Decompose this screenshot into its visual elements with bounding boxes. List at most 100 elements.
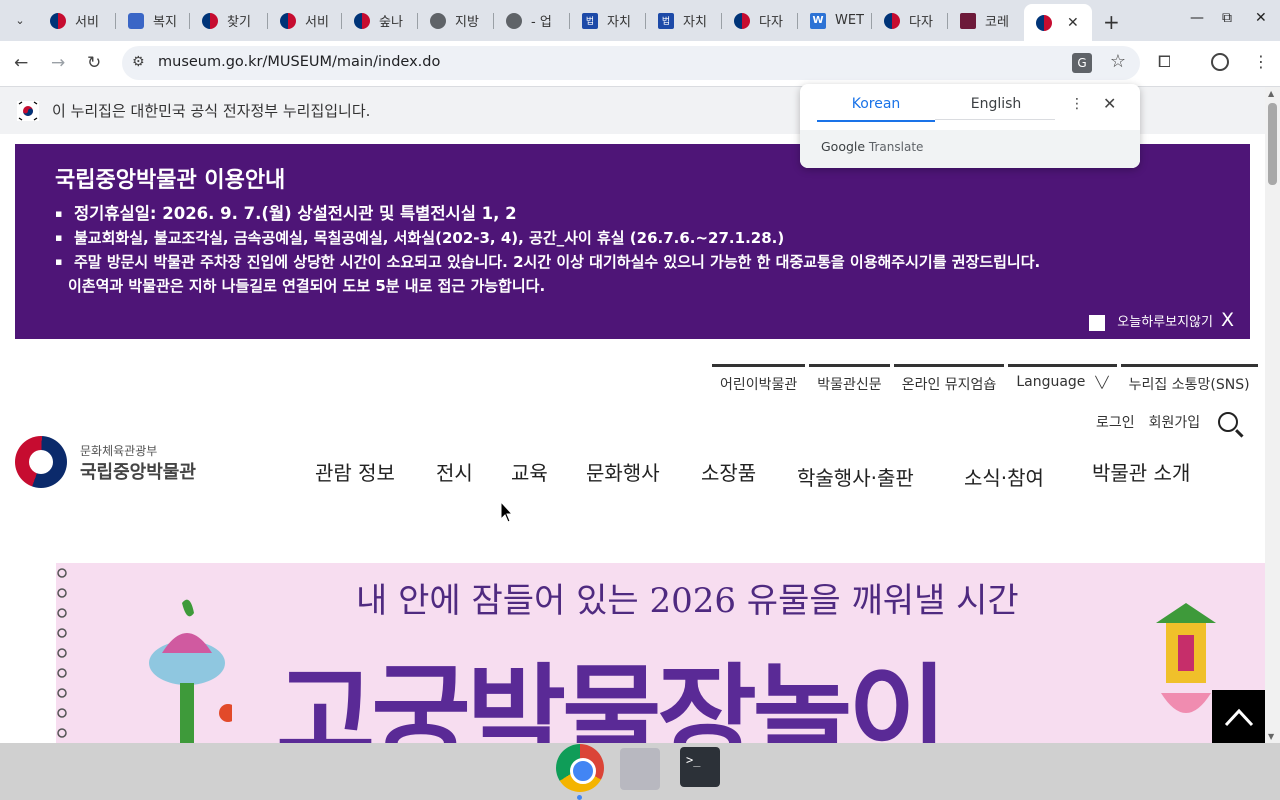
tab-search-button[interactable]: ⌄ [8,9,32,31]
browser-tab[interactable]: 다자 [872,6,948,35]
browser-tab[interactable]: 숲나 [342,6,418,35]
reload-icon[interactable]: ↻ [87,53,101,73]
law-icon: 법 [582,12,598,29]
kebab-menu-icon[interactable]: ⋮ [1253,52,1269,71]
hero-tagline: 내 안에 잠들어 있는 2026 유물을 깨워낼 시간 [356,581,1019,621]
browser-tab[interactable]: 지방 [418,6,494,35]
back-icon[interactable]: ← [14,53,28,73]
browser-tab[interactable]: 법 자치 [646,6,722,35]
browser-tab[interactable]: 복지 [116,6,190,35]
logo-museum-name: 국립중앙박물관 [80,462,196,483]
extensions-icon[interactable]: ⧠ [1158,52,1171,72]
login-link[interactable]: 로그인 [1096,412,1135,432]
law-icon: 법 [658,12,674,29]
notice-item: 불교회화실, 불교조각실, 금속공예실, 목칠공예실, 서화실(202-3, 4… [55,226,1040,250]
page-scrollbar[interactable]: ▲ ▼ [1265,87,1280,743]
gov-icon [1036,14,1052,31]
notice-footer: 오늘하루보지않기 X [1089,309,1234,331]
gnb-cultural-events[interactable]: 문화행사 [586,457,660,486]
site-info-icon[interactable]: ⚙ [132,54,145,70]
notebook-rings-icon [57,568,67,738]
globe-icon [430,12,446,29]
mouse-cursor-icon [500,501,514,523]
browser-tab[interactable]: W WET [798,6,872,35]
notice-title: 국립중앙박물관 이용안내 [55,168,286,193]
notice-item: 정기휴실일: 2026. 9. 7.(월) 상설전시관 및 특별전시실 1, 2 [55,202,1040,226]
util-link-online-shop[interactable]: 온라인 뮤지엄숍 [893,364,1005,400]
browser-tab[interactable]: 다자 [722,6,798,35]
gnb-collection[interactable]: 소장품 [701,457,756,486]
app-launcher-icon[interactable] [620,748,660,790]
utility-links: 어린이박물관 박물관신문 온라인 뮤지엄숍 Language ╲╱ 누리집 소통망… [712,364,1262,400]
gnb-academic-publications[interactable]: 학술행사·출판 [797,462,914,491]
gov-banner-text: 이 누리집은 대한민국 공식 전자정부 누리집입니다. [52,102,371,120]
terminal-app-icon[interactable]: >_ [680,747,720,787]
address-bar[interactable]: ⚙ museum.go.kr/MUSEUM/main/index.do G ☆ [122,46,1140,80]
dont-show-today-label[interactable]: 오늘하루보지않기 [1117,311,1213,330]
search-icon[interactable] [1218,412,1239,432]
gnb-about-museum[interactable]: 박물관 소개 [1092,457,1190,486]
forward-icon[interactable]: → [51,53,65,73]
profile-icon[interactable] [1211,53,1229,71]
gov-icon [280,12,296,29]
gnb-exhibition[interactable]: 전시 [436,457,473,486]
gov-icon [354,12,370,29]
signup-link[interactable]: 회원가입 [1149,412,1201,432]
translate-more-icon[interactable]: ⋮ [1070,96,1084,112]
museum-logo[interactable]: 문화체육관광부 국립중앙박물관 [15,436,215,488]
gnb-visit-info[interactable]: 관람 정보 [315,457,395,486]
browser-tab[interactable]: 찾기 [190,6,268,35]
gnb-news-participation[interactable]: 소식·참여 [964,462,1044,491]
url-text[interactable]: museum.go.kr/MUSEUM/main/index.do [158,54,440,70]
translate-footer: Google Translate [800,130,1140,168]
chrome-app-icon[interactable] [556,744,604,792]
browser-tab[interactable]: 서비 [38,6,116,35]
hero-headline: 고궁박물장놀이 [276,653,948,743]
util-link-sns[interactable]: 누리집 소통망(SNS) [1120,364,1258,400]
new-tab-button[interactable]: + [1103,10,1120,34]
gov-icon [50,12,66,29]
tab-strip: ⌄ 서비 복지 찾기 서비 숲나 지방 - 업 법 자치 법 자치 다자 W WET … [0,0,1280,41]
page-viewport: 이 누리집은 대한민국 공식 전자정부 누리집입니다. 국립중앙박물관 이용안내… [0,87,1265,743]
window-close-icon[interactable]: ✕ [1255,10,1267,26]
restore-icon[interactable]: ⧉ [1222,10,1232,26]
korea-flag-icon [17,101,39,121]
dont-show-today-checkbox[interactable] [1089,315,1106,331]
rail-icon [960,12,976,29]
gov-icon [734,12,750,29]
gov-icon [884,12,900,29]
bookmark-star-icon[interactable]: ☆ [1110,51,1126,72]
scroll-up-icon[interactable]: ▲ [1268,89,1274,98]
hero-banner[interactable]: 내 안에 잠들어 있는 2026 유물을 깨워낼 시간 고궁박물장놀이 [56,563,1265,743]
browser-tab[interactable]: - 업 [494,6,570,35]
globe-icon [506,12,522,29]
scroll-down-icon[interactable]: ▼ [1268,732,1274,741]
util-link-newsletter[interactable]: 박물관신문 [809,364,890,400]
notice-close-button[interactable]: X [1221,309,1234,331]
notice-popup: 국립중앙박물관 이용안내 정기휴실일: 2026. 9. 7.(월) 상설전시관… [15,144,1250,339]
notice-item: 주말 방문시 박물관 주차장 진입에 상당한 시간이 소요되고 있습니다. 2시… [55,250,1040,298]
translate-tab-english[interactable]: English [937,96,1055,120]
notice-list: 정기휴실일: 2026. 9. 7.(월) 상설전시관 및 특별전시실 1, 2… [55,202,1040,298]
browser-tab[interactable]: 코레 [948,6,1024,35]
chevron-down-icon: ╲╱ [1095,376,1109,389]
browser-tab[interactable]: 법 자치 [570,6,646,35]
browser-tab[interactable]: 서비 [268,6,342,35]
language-select[interactable]: Language ╲╱ [1008,364,1117,400]
close-icon[interactable]: ✕ [1067,15,1079,31]
translate-icon[interactable]: G [1072,53,1092,73]
active-app-indicator [577,795,582,800]
scroll-to-top-button[interactable] [1212,690,1265,743]
google-translate-brand: Google Translate [821,139,924,154]
browser-toolbar: ← → ↻ ⚙ museum.go.kr/MUSEUM/main/index.d… [0,41,1280,87]
gnb-education[interactable]: 교육 [511,457,548,486]
chevron-up-icon [1224,708,1253,726]
account-links: 로그인 회원가입 [1096,412,1239,432]
translate-tab-korean[interactable]: Korean [817,96,935,122]
util-link-kids-museum[interactable]: 어린이박물관 [712,364,806,400]
scroll-thumb[interactable] [1268,103,1277,185]
translate-close-icon[interactable]: ✕ [1103,94,1116,113]
browser-tab-active[interactable]: ✕ [1024,4,1092,41]
minimize-icon[interactable]: — [1190,10,1204,26]
gov-icon [202,12,218,29]
